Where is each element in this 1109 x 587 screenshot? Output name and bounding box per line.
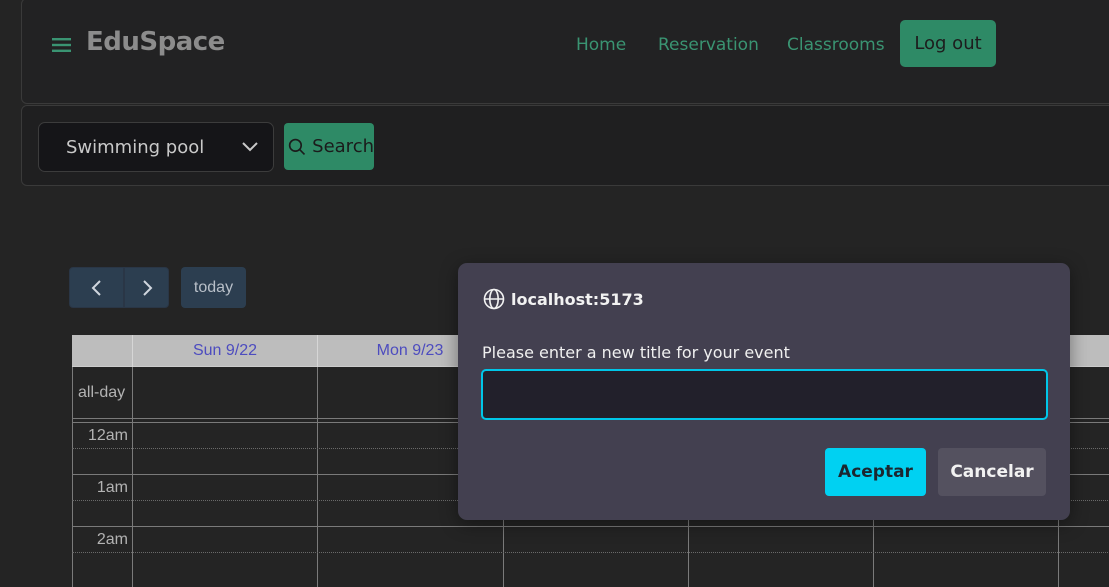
calendar-day-header[interactable]: Sun 9/22: [132, 335, 317, 367]
nav-link-home[interactable]: Home: [576, 35, 626, 55]
calendar-next-button[interactable]: [124, 267, 169, 308]
nav-link-reservation[interactable]: Reservation: [658, 35, 759, 55]
dialog-origin: localhost:5173: [483, 288, 644, 310]
all-day-label: all-day: [78, 384, 126, 401]
search-button-label: Search: [312, 136, 374, 157]
logout-button[interactable]: Log out: [900, 20, 996, 67]
brand-logo[interactable]: EduSpace: [86, 27, 225, 57]
chevron-down-icon: [242, 142, 258, 152]
calendar-prev-button[interactable]: [69, 267, 124, 308]
chevron-right-icon: [142, 279, 152, 296]
nav-link-classrooms[interactable]: Classrooms: [787, 35, 885, 55]
event-title-input[interactable]: [481, 369, 1048, 420]
dialog-message: Please enter a new title for your event: [482, 343, 790, 362]
room-select[interactable]: Swimming pool: [38, 122, 274, 172]
room-search-bar: Swimming pool Search: [21, 105, 1109, 186]
cancel-button[interactable]: Cancelar: [938, 448, 1046, 496]
dialog-origin-text: localhost:5173: [511, 289, 644, 309]
top-navbar: EduSpace Home Reservation Classrooms Log…: [21, 0, 1109, 104]
prompt-dialog: localhost:5173 Please enter a new title …: [458, 263, 1070, 520]
globe-icon: [483, 288, 505, 310]
accept-button[interactable]: Aceptar: [825, 448, 926, 496]
calendar-today-button[interactable]: today: [181, 267, 246, 308]
chevron-left-icon: [91, 279, 101, 296]
room-select-value: Swimming pool: [66, 136, 205, 158]
search-button[interactable]: Search: [284, 123, 374, 170]
search-icon: [288, 138, 306, 155]
time-label: 1am: [96, 479, 128, 496]
time-label: 12am: [87, 427, 128, 444]
time-label: 2am: [96, 531, 128, 548]
hamburger-menu-icon[interactable]: [52, 38, 72, 52]
